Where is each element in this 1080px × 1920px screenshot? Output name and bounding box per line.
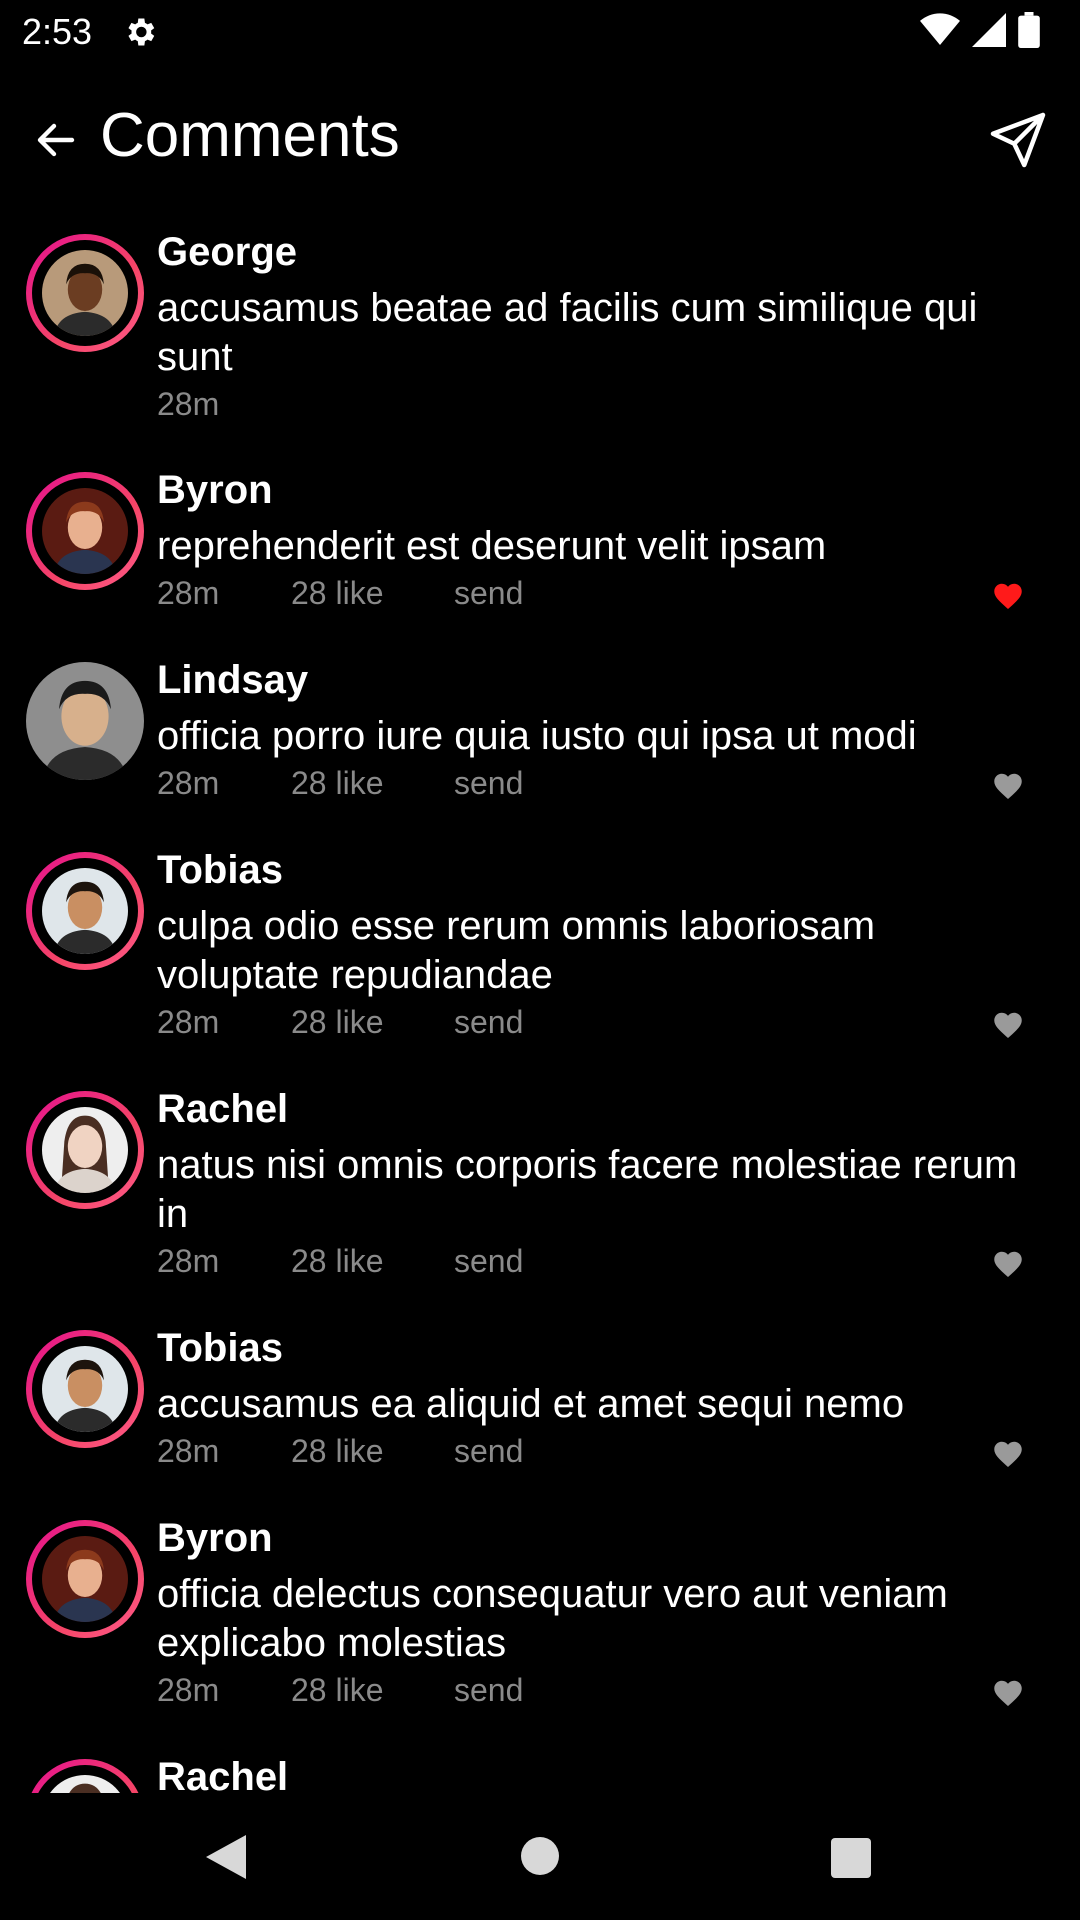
like-count[interactable]: 28 like bbox=[291, 1433, 454, 1470]
comment-username[interactable]: Tobias bbox=[157, 1324, 1037, 1372]
avatar-image bbox=[42, 1107, 128, 1193]
nav-back-icon[interactable] bbox=[206, 1835, 246, 1879]
arrow-left-icon bbox=[37, 123, 75, 157]
comment-text: culpa odio esse rerum omnis laboriosam v… bbox=[157, 904, 876, 997]
avatar[interactable] bbox=[26, 1091, 144, 1209]
avatar-image bbox=[42, 1346, 128, 1432]
heart-icon[interactable] bbox=[992, 770, 1028, 802]
wifi-icon bbox=[920, 13, 960, 46]
avatar-image bbox=[42, 868, 128, 954]
status-time: 2:53 bbox=[22, 10, 93, 52]
comment-content: Byron officia delectus consequatur vero a… bbox=[157, 1514, 1037, 1709]
battery-icon bbox=[1018, 12, 1040, 48]
app-header: Comments bbox=[0, 90, 1080, 190]
paper-plane-icon bbox=[990, 112, 1046, 168]
comment-text: natus nisi omnis corporis facere molesti… bbox=[157, 1143, 1018, 1236]
comment-text: reprehenderit est deserunt velit ipsam bbox=[157, 524, 827, 568]
avatar-image bbox=[42, 1536, 128, 1622]
comment-list[interactable]: George accusamus beatae ad facilis cum si… bbox=[0, 228, 1080, 1793]
comment-meta: 28m 28 like send bbox=[157, 575, 1037, 612]
comment-content: Rachel bbox=[157, 1753, 1037, 1793]
avatar[interactable] bbox=[26, 1520, 144, 1638]
page-title: Comments bbox=[100, 101, 400, 170]
avatar-image bbox=[42, 1775, 128, 1793]
comment-meta: 28m 28 like send bbox=[157, 765, 1037, 802]
comment-time: 28m bbox=[157, 765, 220, 801]
comment-content: Lindsay officia porro iure quia iusto qui… bbox=[157, 656, 1037, 802]
send-link[interactable]: send bbox=[454, 1672, 523, 1709]
comment-meta: 28m 28 like send bbox=[157, 1672, 1037, 1709]
heart-icon[interactable] bbox=[992, 580, 1028, 612]
comment-username[interactable]: Rachel bbox=[157, 1085, 1037, 1133]
avatar[interactable] bbox=[26, 472, 144, 590]
comment-text: officia delectus consequatur vero aut ve… bbox=[157, 1572, 948, 1665]
comment-text: officia porro iure quia iusto qui ipsa u… bbox=[157, 714, 917, 758]
avatar[interactable] bbox=[26, 1330, 144, 1448]
gear-icon bbox=[128, 18, 155, 45]
comment-meta: 28m bbox=[157, 386, 1037, 423]
comment-text: accusamus beatae ad facilis cum similiqu… bbox=[157, 286, 978, 379]
comment-username[interactable]: Byron bbox=[157, 1514, 1037, 1562]
send-link[interactable]: send bbox=[454, 1243, 523, 1280]
comment-text: accusamus ea aliquid et amet sequi nemo bbox=[157, 1382, 905, 1426]
heart-icon[interactable] bbox=[992, 1009, 1028, 1041]
send-link[interactable]: send bbox=[454, 1433, 523, 1470]
comment-content: George accusamus beatae ad facilis cum si… bbox=[157, 228, 1037, 423]
comment-content: Tobias accusamus ea aliquid et amet sequi… bbox=[157, 1324, 1037, 1470]
heart-icon[interactable] bbox=[992, 1677, 1028, 1709]
nav-home-icon[interactable] bbox=[521, 1837, 559, 1875]
send-link[interactable]: send bbox=[454, 1004, 523, 1041]
status-icons bbox=[920, 12, 1040, 48]
avatar-image bbox=[42, 250, 128, 336]
avatar-image bbox=[42, 488, 128, 574]
comment-content: Tobias culpa odio esse rerum omnis labori… bbox=[157, 846, 1037, 1041]
like-count[interactable]: 28 like bbox=[291, 1243, 454, 1280]
like-count[interactable]: 28 like bbox=[291, 1004, 454, 1041]
comment-time: 28m bbox=[157, 1672, 220, 1708]
like-count[interactable]: 28 like bbox=[291, 575, 454, 612]
comment-time: 28m bbox=[157, 386, 220, 422]
comment-meta: 28m 28 like send bbox=[157, 1004, 1037, 1041]
heart-icon[interactable] bbox=[992, 1438, 1028, 1470]
avatar[interactable] bbox=[26, 1759, 144, 1793]
comment-time: 28m bbox=[157, 1433, 220, 1469]
comment-username[interactable]: Lindsay bbox=[157, 656, 1037, 704]
avatar[interactable] bbox=[26, 852, 144, 970]
avatar[interactable] bbox=[26, 234, 144, 352]
send-link[interactable]: send bbox=[454, 765, 523, 802]
status-bar: 2:53 bbox=[0, 0, 1080, 63]
comment-meta: 28m 28 like send bbox=[157, 1243, 1037, 1280]
share-button[interactable] bbox=[986, 108, 1050, 172]
back-button[interactable] bbox=[26, 110, 86, 170]
nav-recents-icon[interactable] bbox=[831, 1838, 871, 1878]
comment-username[interactable]: Rachel bbox=[157, 1753, 1037, 1793]
like-count[interactable]: 28 like bbox=[291, 1672, 454, 1709]
comment-content: Byron reprehenderit est deserunt velit ip… bbox=[157, 466, 1037, 612]
avatar[interactable] bbox=[26, 662, 144, 780]
like-count[interactable]: 28 like bbox=[291, 765, 454, 802]
signal-icon bbox=[972, 13, 1006, 47]
avatar-image bbox=[26, 662, 144, 780]
comment-time: 28m bbox=[157, 575, 220, 611]
comment-username[interactable]: Byron bbox=[157, 466, 1037, 514]
comment-username[interactable]: Tobias bbox=[157, 846, 1037, 894]
comment-content: Rachel natus nisi omnis corporis facere m… bbox=[157, 1085, 1037, 1280]
comment-time: 28m bbox=[157, 1243, 220, 1279]
comment-time: 28m bbox=[157, 1004, 220, 1040]
send-link[interactable]: send bbox=[454, 575, 523, 612]
comment-meta: 28m 28 like send bbox=[157, 1433, 1037, 1470]
navigation-bar bbox=[0, 1793, 1080, 1920]
comment-username[interactable]: George bbox=[157, 228, 1037, 276]
heart-icon[interactable] bbox=[992, 1248, 1028, 1280]
